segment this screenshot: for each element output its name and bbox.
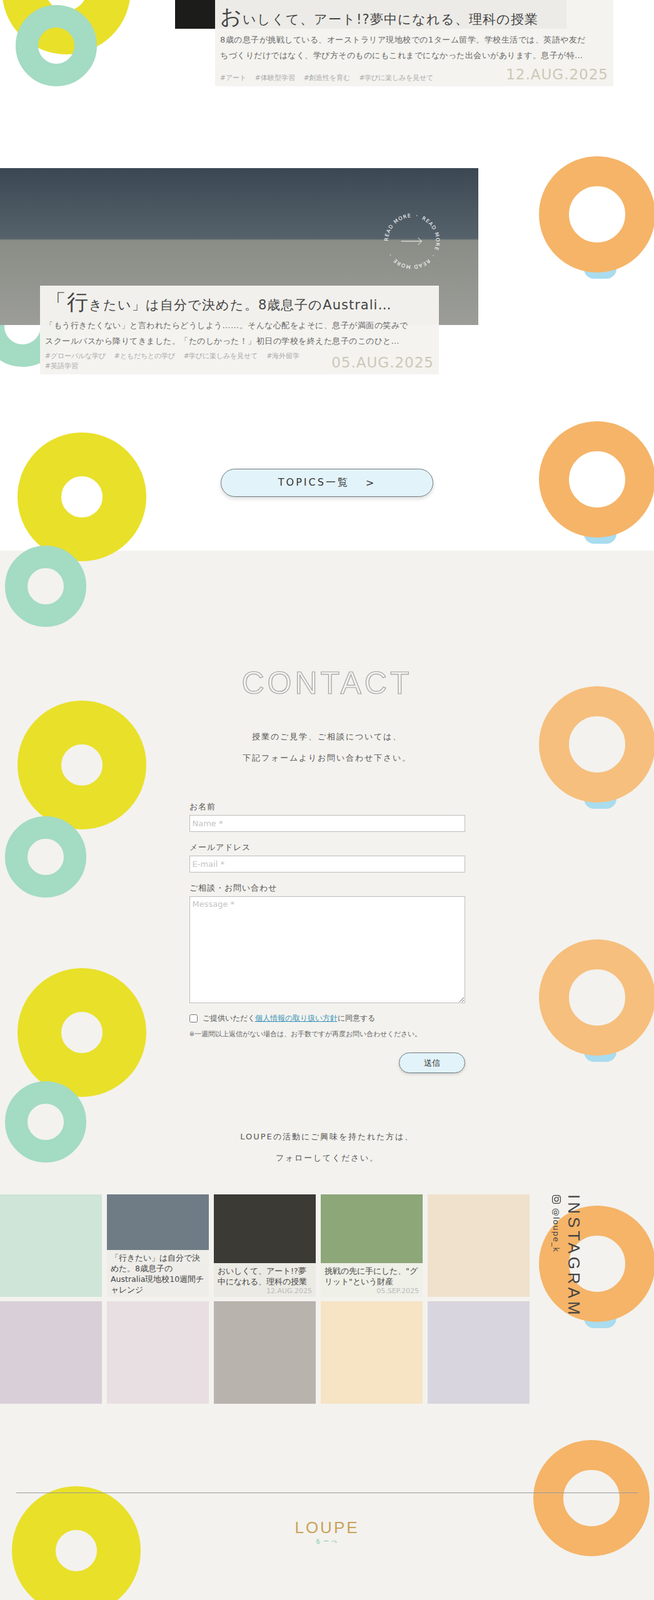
form-note: ※一週間以上返信がない場合は、お手数ですが再度お問い合わせください。 bbox=[189, 1030, 466, 1040]
article-tag[interactable]: #グローバルな学び bbox=[45, 352, 106, 361]
donut-decoration bbox=[5, 545, 87, 628]
donut-decoration bbox=[5, 816, 87, 898]
contact-heading: CONTACT bbox=[0, 665, 654, 702]
article-description: 8歳の息子が挑戦している、オーストラリア現地校での1ターム留学。学校生活では、英… bbox=[220, 32, 609, 47]
donut-decoration bbox=[538, 686, 654, 803]
field-label: お名前 bbox=[189, 801, 466, 813]
instagram-post[interactable]: おいしくて、アート!?夢中になれる、理科の授業12.AUG.2025 bbox=[213, 1194, 316, 1298]
donut-decoration bbox=[15, 5, 97, 87]
article-tag[interactable]: #体験型学習 bbox=[255, 73, 296, 83]
message-textarea[interactable] bbox=[189, 896, 466, 1004]
donut-decoration bbox=[11, 1486, 141, 1600]
contact-section: CONTACT 授業のご見学、ご相談については、下記フォームよりお問い合わせ下さい… bbox=[0, 552, 654, 1565]
donut-decoration bbox=[538, 421, 654, 538]
donut-decoration bbox=[17, 700, 147, 830]
instagram-post[interactable]: 挑戦の先に手にした、"グリット"という財産05.SEP.2025 bbox=[320, 1194, 423, 1298]
field-label: メールアドレス bbox=[189, 842, 466, 854]
instagram-post[interactable] bbox=[213, 1301, 316, 1405]
post-caption: 挑戦の先に手にした、"グリット"という財産05.SEP.2025 bbox=[320, 1263, 423, 1298]
page: おいしくて、アート!?夢中になれる、理科の授業8歳の息子が挑戦している、オースト… bbox=[0, 0, 654, 1600]
article-tag[interactable]: #創造性を育む bbox=[303, 73, 351, 83]
article-tag[interactable]: #海外留学 bbox=[266, 352, 300, 361]
instagram-post[interactable] bbox=[320, 1301, 423, 1405]
instagram-post[interactable]: 「行きたい」は自分で決めた。8歳息子のAustralia現地校10週間チャレンジ bbox=[106, 1194, 209, 1298]
consent-checkbox[interactable] bbox=[189, 1014, 198, 1023]
logo[interactable]: LOUPEるーぺ bbox=[0, 1518, 654, 1547]
instagram-intro: LOUPEの活動にご興味を持たれた方は、 bbox=[0, 1126, 654, 1148]
donut-decoration bbox=[538, 939, 654, 1057]
instagram-post[interactable] bbox=[427, 1194, 530, 1298]
contact-form: お名前メールアドレスご相談・お問い合わせご提供いただく個人情報の取り扱い方針に同… bbox=[189, 801, 466, 1074]
contact-intro: 下記フォームよりお問い合わせ下さい。 bbox=[0, 747, 654, 770]
article-tag[interactable]: #英語学習 bbox=[45, 362, 79, 371]
text-input[interactable] bbox=[189, 815, 466, 833]
instagram-feed: 「行きたい」は自分で決めた。8歳息子のAustralia現地校10週間チャレンジ… bbox=[0, 1194, 654, 1405]
instagram-label[interactable]: INSTAGRAM@loupe_k bbox=[539, 1194, 584, 1339]
article-title[interactable]: おいしくて、アート!?夢中になれる、理科の授業 bbox=[220, 2, 609, 32]
article-title[interactable]: 「行きたい」は自分で決めた。8歳息子のAustrali… bbox=[45, 288, 434, 317]
contact-intro: 授業のご見学、ご相談については、 bbox=[0, 726, 654, 748]
article-tag[interactable]: #学びに楽しみを見せて bbox=[358, 73, 434, 83]
article-tag[interactable]: #ともだちとの学び bbox=[114, 352, 176, 361]
instagram-post[interactable] bbox=[0, 1194, 102, 1298]
article-info[interactable]: 「行きたい」は自分で決めた。8歳息子のAustrali…「もう行きたくない」と言… bbox=[40, 285, 439, 375]
article-tag[interactable]: #アート bbox=[220, 73, 247, 83]
article-card[interactable]: READ MORE ・ READ MORE ・ READ MORE ・「行きたい… bbox=[0, 168, 654, 375]
donut-decoration bbox=[583, 268, 617, 279]
donut-decoration bbox=[583, 799, 617, 810]
article-description: スクールバスから降りてきました。「たのしかった！」初日の学校を終えた息子のこのひ… bbox=[45, 333, 434, 349]
donut-decoration bbox=[583, 1318, 617, 1329]
article-date: 12.AUG.2025 bbox=[505, 66, 609, 83]
article-card[interactable]: おいしくて、アート!?夢中になれる、理科の授業8歳の息子が挑戦している、オースト… bbox=[0, 0, 654, 87]
privacy-link[interactable]: 個人情報の取り扱い方針 bbox=[255, 1014, 338, 1023]
donut-decoration bbox=[538, 156, 654, 273]
donut-decoration bbox=[533, 1440, 650, 1557]
submit-button[interactable]: 送信 bbox=[398, 1052, 466, 1074]
svg-text:READ MORE ・ READ MORE ・ READ M: READ MORE ・ READ MORE ・ READ MORE ・ bbox=[383, 213, 441, 271]
donut-decoration bbox=[17, 968, 147, 1098]
donut-decoration bbox=[5, 1081, 87, 1163]
post-caption: 「行きたい」は自分で決めた。8歳息子のAustralia現地校10週間チャレンジ bbox=[106, 1250, 209, 1298]
text-input[interactable] bbox=[189, 855, 466, 873]
consent-text: ご提供いただく個人情報の取り扱い方針に同意する bbox=[202, 1013, 376, 1025]
article-tag[interactable]: #学びに楽しみを見せて bbox=[183, 352, 259, 361]
article-description: ちづくりだけではなく、学び方そのものにもこれまでになかった出会いがあります。息子… bbox=[220, 48, 609, 63]
article-date: 05.AUG.2025 bbox=[331, 354, 434, 371]
donut-decoration bbox=[583, 1052, 617, 1063]
footer: LOUPEるーぺ bbox=[0, 1493, 654, 1565]
instagram-post[interactable] bbox=[427, 1301, 530, 1405]
instagram-icon bbox=[551, 1194, 562, 1205]
post-caption: おいしくて、アート!?夢中になれる、理科の授業12.AUG.2025 bbox=[213, 1263, 316, 1298]
donut-decoration bbox=[17, 432, 147, 562]
article-info[interactable]: おいしくて、アート!?夢中になれる、理科の授業8歳の息子が挑戦している、オースト… bbox=[215, 0, 614, 87]
donut-decoration bbox=[1, 0, 131, 55]
instagram-post[interactable] bbox=[106, 1301, 209, 1405]
topics-button[interactable]: TOPICS一覧> bbox=[220, 468, 434, 498]
donut-decoration bbox=[583, 533, 617, 544]
field-label: ご相談・お問い合わせ bbox=[189, 882, 466, 895]
instagram-post[interactable] bbox=[0, 1301, 102, 1405]
article-description: 「もう行きたくない」と言われたらどうしよう……。そんな心配をよそに、息子が満面の… bbox=[45, 318, 434, 333]
read-more-badge[interactable]: READ MORE ・ READ MORE ・ READ MORE ・ bbox=[382, 211, 443, 272]
instagram-intro: フォローしてください。 bbox=[0, 1147, 654, 1170]
